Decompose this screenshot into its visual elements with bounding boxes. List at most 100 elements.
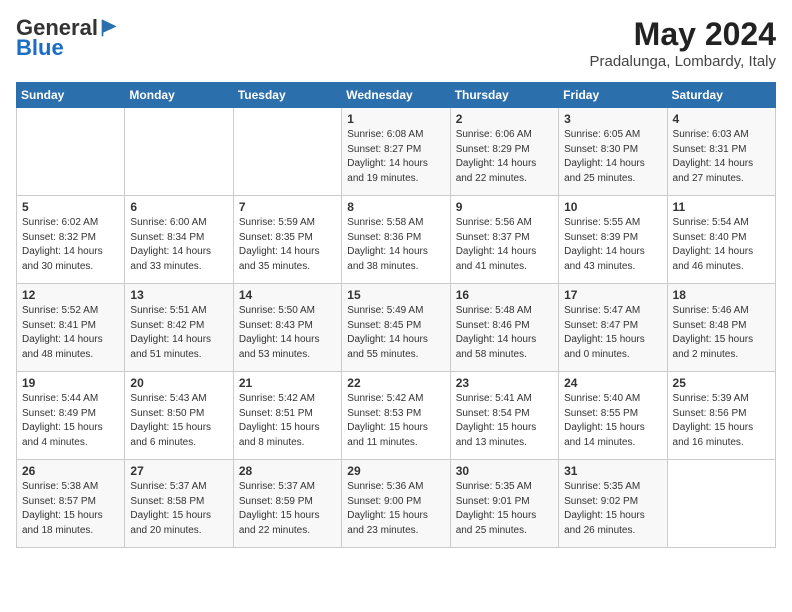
day-number: 16 — [456, 288, 553, 302]
calendar-cell — [233, 108, 341, 196]
calendar-cell: 31Sunrise: 5:35 AM Sunset: 9:02 PM Dayli… — [559, 460, 667, 548]
day-number: 22 — [347, 376, 444, 390]
calendar-row: 12Sunrise: 5:52 AM Sunset: 8:41 PM Dayli… — [17, 284, 776, 372]
calendar-cell: 15 Sunrise: 5:49 AM Sunset: 8:45 PM Dayli… — [342, 284, 450, 372]
cell-info: Sunrise: 5:36 AM Sunset: 9:00 PM Dayligh… — [347, 480, 444, 538]
header-day-tuesday: Tuesday — [233, 83, 341, 108]
header-day-sunday: Sunday — [17, 83, 125, 108]
day-number: 17 — [564, 288, 661, 302]
cell-info: Sunrise: 5:35 AM Sunset: 9:01 PM Dayligh… — [456, 480, 553, 538]
calendar-cell: 2 Sunrise: 6:06 AM Sunset: 8:29 PM Daylig… — [450, 108, 558, 196]
cell-info: Sunrise: 5:43 AM Sunset: 8:50 PM Dayligh… — [130, 392, 227, 450]
cell-info: Sunrise: 5:38 AM Sunset: 8:57 PM Dayligh… — [22, 480, 119, 538]
logo: General Blue — [16, 16, 120, 60]
calendar-cell — [667, 460, 775, 548]
calendar-cell: 9 Sunrise: 5:56 AM Sunset: 8:37 PM Daylig… — [450, 196, 558, 284]
day-number: 11 — [673, 200, 770, 214]
calendar-table: SundayMondayTuesdayWednesdayThursdayFrid… — [16, 82, 776, 548]
cell-info: Sunrise: 5:46 AM Sunset: 8:48 PM Dayligh… — [673, 304, 770, 362]
calendar-body: 1 Sunrise: 6:08 AM Sunset: 8:27 PM Daylig… — [17, 108, 776, 548]
day-number: 24 — [564, 376, 661, 390]
day-number: 5 — [22, 200, 119, 214]
cell-info: Sunrise: 5:55 AM Sunset: 8:39 PM Dayligh… — [564, 216, 661, 274]
cell-info: Sunrise: 5:56 AM Sunset: 8:37 PM Dayligh… — [456, 216, 553, 274]
calendar-cell: 17 Sunrise: 5:47 AM Sunset: 8:47 PM Dayli… — [559, 284, 667, 372]
day-number: 6 — [130, 200, 227, 214]
calendar-cell: 11 Sunrise: 5:54 AM Sunset: 8:40 PM Dayli… — [667, 196, 775, 284]
calendar-cell — [17, 108, 125, 196]
header-day-saturday: Saturday — [667, 83, 775, 108]
day-number: 7 — [239, 200, 336, 214]
day-number: 28 — [239, 464, 336, 478]
cell-info: Sunrise: 6:05 AM Sunset: 8:30 PM Dayligh… — [564, 128, 661, 186]
day-number: 2 — [456, 112, 553, 126]
cell-info: Sunrise: 5:37 AM Sunset: 8:58 PM Dayligh… — [130, 480, 227, 538]
header-row: SundayMondayTuesdayWednesdayThursdayFrid… — [17, 83, 776, 108]
calendar-cell: 22 Sunrise: 5:42 AM Sunset: 8:53 PM Dayli… — [342, 372, 450, 460]
calendar-cell: 20 Sunrise: 5:43 AM Sunset: 8:50 PM Dayli… — [125, 372, 233, 460]
calendar-cell: 25Sunrise: 5:39 AM Sunset: 8:56 PM Dayli… — [667, 372, 775, 460]
day-number: 14 — [239, 288, 336, 302]
cell-info: Sunrise: 5:42 AM Sunset: 8:53 PM Dayligh… — [347, 392, 444, 450]
day-number: 9 — [456, 200, 553, 214]
day-number: 20 — [130, 376, 227, 390]
calendar-cell: 10 Sunrise: 5:55 AM Sunset: 8:39 PM Dayli… — [559, 196, 667, 284]
logo-flag-icon — [100, 18, 120, 38]
calendar-cell: 27 Sunrise: 5:37 AM Sunset: 8:58 PM Dayli… — [125, 460, 233, 548]
day-number: 15 — [347, 288, 444, 302]
day-number: 4 — [673, 112, 770, 126]
cell-info: Sunrise: 6:06 AM Sunset: 8:29 PM Dayligh… — [456, 128, 553, 186]
cell-info: Sunrise: 6:08 AM Sunset: 8:27 PM Dayligh… — [347, 128, 444, 186]
calendar-cell: 18 Sunrise: 5:46 AM Sunset: 8:48 PM Dayli… — [667, 284, 775, 372]
header-day-thursday: Thursday — [450, 83, 558, 108]
day-number: 23 — [456, 376, 553, 390]
calendar-cell — [125, 108, 233, 196]
cell-info: Sunrise: 5:59 AM Sunset: 8:35 PM Dayligh… — [239, 216, 336, 274]
header-day-friday: Friday — [559, 83, 667, 108]
cell-info: Sunrise: 5:47 AM Sunset: 8:47 PM Dayligh… — [564, 304, 661, 362]
day-number: 1 — [347, 112, 444, 126]
cell-info: Sunrise: 5:49 AM Sunset: 8:45 PM Dayligh… — [347, 304, 444, 362]
header-day-wednesday: Wednesday — [342, 83, 450, 108]
day-number: 29 — [347, 464, 444, 478]
cell-info: Sunrise: 5:50 AM Sunset: 8:43 PM Dayligh… — [239, 304, 336, 362]
calendar-cell: 5 Sunrise: 6:02 AM Sunset: 8:32 PM Daylig… — [17, 196, 125, 284]
month-title: May 2024 — [590, 16, 777, 53]
calendar-row: 5 Sunrise: 6:02 AM Sunset: 8:32 PM Daylig… — [17, 196, 776, 284]
calendar-row: 19 Sunrise: 5:44 AM Sunset: 8:49 PM Dayli… — [17, 372, 776, 460]
calendar-cell: 8 Sunrise: 5:58 AM Sunset: 8:36 PM Daylig… — [342, 196, 450, 284]
calendar-cell: 21Sunrise: 5:42 AM Sunset: 8:51 PM Dayli… — [233, 372, 341, 460]
day-number: 18 — [673, 288, 770, 302]
day-number: 19 — [22, 376, 119, 390]
cell-info: Sunrise: 5:44 AM Sunset: 8:49 PM Dayligh… — [22, 392, 119, 450]
calendar-cell: 30 Sunrise: 5:35 AM Sunset: 9:01 PM Dayli… — [450, 460, 558, 548]
cell-info: Sunrise: 6:02 AM Sunset: 8:32 PM Dayligh… — [22, 216, 119, 274]
calendar-cell: 1 Sunrise: 6:08 AM Sunset: 8:27 PM Daylig… — [342, 108, 450, 196]
calendar-cell: 23Sunrise: 5:41 AM Sunset: 8:54 PM Dayli… — [450, 372, 558, 460]
cell-info: Sunrise: 5:39 AM Sunset: 8:56 PM Dayligh… — [673, 392, 770, 450]
calendar-cell: 19 Sunrise: 5:44 AM Sunset: 8:49 PM Dayli… — [17, 372, 125, 460]
day-number: 10 — [564, 200, 661, 214]
day-number: 21 — [239, 376, 336, 390]
day-number: 30 — [456, 464, 553, 478]
day-number: 3 — [564, 112, 661, 126]
calendar-cell: 28Sunrise: 5:37 AM Sunset: 8:59 PM Dayli… — [233, 460, 341, 548]
calendar-cell: 6 Sunrise: 6:00 AM Sunset: 8:34 PM Daylig… — [125, 196, 233, 284]
page-header: General Blue May 2024 Pradalunga, Lombar… — [16, 16, 776, 70]
calendar-header: SundayMondayTuesdayWednesdayThursdayFrid… — [17, 83, 776, 108]
day-number: 31 — [564, 464, 661, 478]
day-number: 8 — [347, 200, 444, 214]
day-number: 12 — [22, 288, 119, 302]
cell-info: Sunrise: 6:00 AM Sunset: 8:34 PM Dayligh… — [130, 216, 227, 274]
cell-info: Sunrise: 5:54 AM Sunset: 8:40 PM Dayligh… — [673, 216, 770, 274]
cell-info: Sunrise: 5:48 AM Sunset: 8:46 PM Dayligh… — [456, 304, 553, 362]
calendar-cell: 16 Sunrise: 5:48 AM Sunset: 8:46 PM Dayli… — [450, 284, 558, 372]
cell-info: Sunrise: 5:58 AM Sunset: 8:36 PM Dayligh… — [347, 216, 444, 274]
calendar-row: 1 Sunrise: 6:08 AM Sunset: 8:27 PM Daylig… — [17, 108, 776, 196]
cell-info: Sunrise: 5:40 AM Sunset: 8:55 PM Dayligh… — [564, 392, 661, 450]
calendar-cell: 12Sunrise: 5:52 AM Sunset: 8:41 PM Dayli… — [17, 284, 125, 372]
cell-info: Sunrise: 6:03 AM Sunset: 8:31 PM Dayligh… — [673, 128, 770, 186]
calendar-cell: 14 Sunrise: 5:50 AM Sunset: 8:43 PM Dayli… — [233, 284, 341, 372]
day-number: 27 — [130, 464, 227, 478]
calendar-cell: 4 Sunrise: 6:03 AM Sunset: 8:31 PM Daylig… — [667, 108, 775, 196]
